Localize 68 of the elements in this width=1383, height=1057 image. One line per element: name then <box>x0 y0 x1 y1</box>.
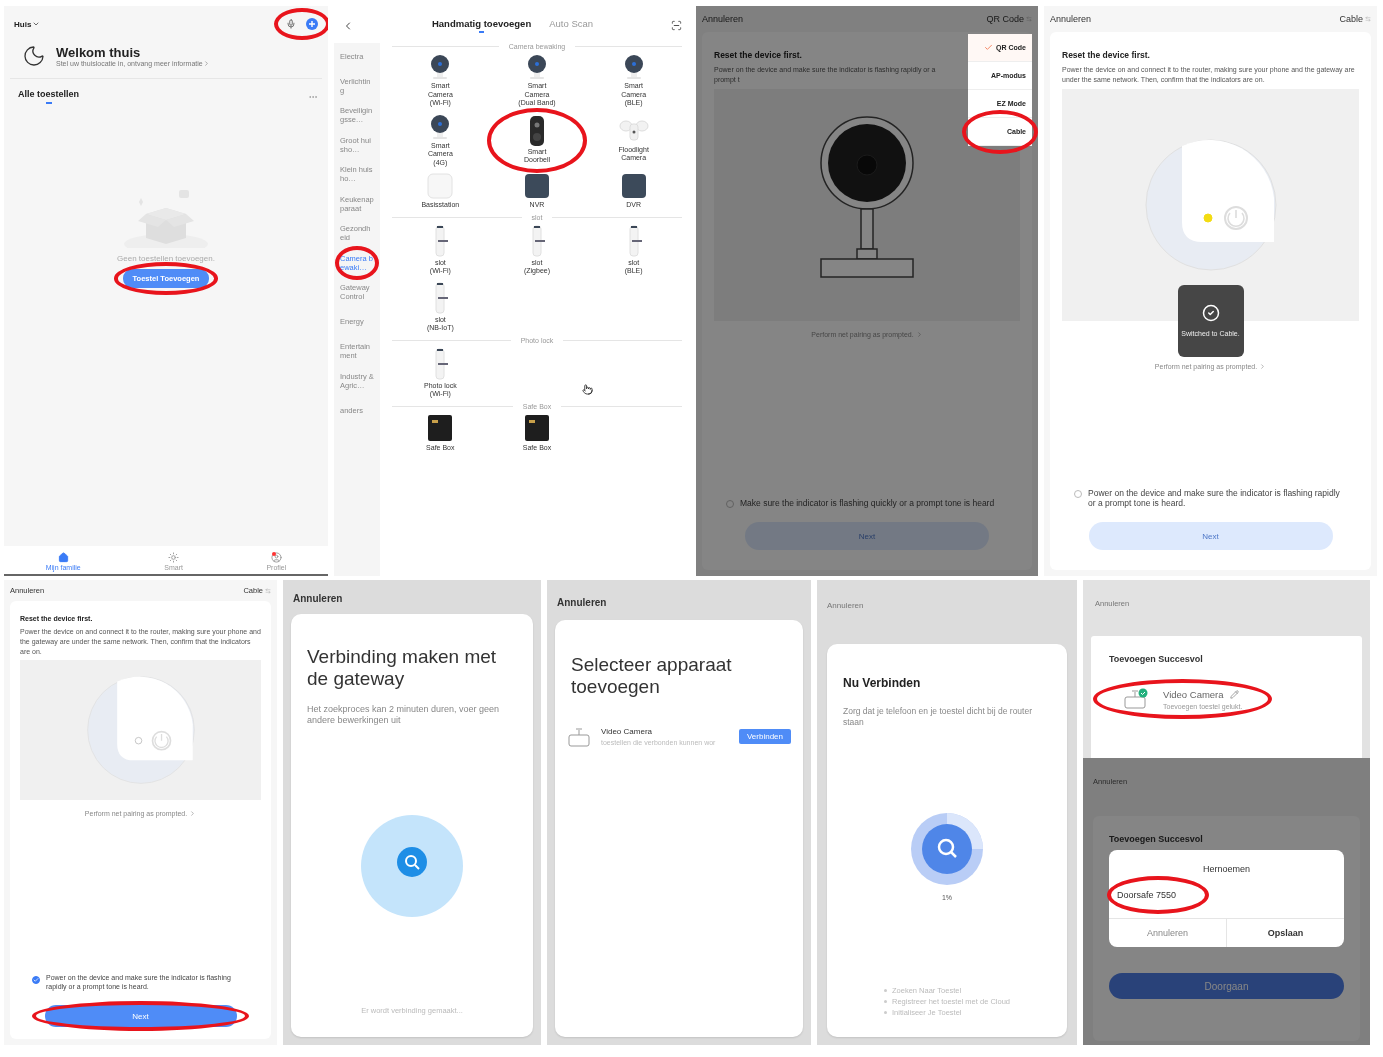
reset-title: Reset the device first. <box>1062 50 1151 60</box>
reset-title: Reset the device first. <box>714 50 803 60</box>
devices-tab[interactable]: Alle toestellen <box>18 89 80 104</box>
confirm-checkbox[interactable] <box>1074 489 1082 498</box>
screen-title: Nu Verbinden <box>843 676 922 690</box>
recorder-icon <box>524 173 550 199</box>
swap-icon <box>265 587 271 594</box>
name-input[interactable]: Doorsafe 7550 <box>1109 886 1207 904</box>
cancel-button[interactable]: Annuleren <box>557 597 607 608</box>
check-circle-icon <box>1201 304 1220 323</box>
next-button[interactable]: Next <box>1088 522 1333 550</box>
microphone-icon[interactable] <box>286 19 296 29</box>
screen-title: Toevoegen Succesvol <box>1109 834 1204 844</box>
confirm-checkbox[interactable] <box>32 976 40 985</box>
edit-icon[interactable] <box>1229 689 1239 699</box>
hand-cursor-icon <box>582 384 593 395</box>
profile-icon <box>270 552 282 563</box>
camera-icon <box>567 725 593 748</box>
tab[interactable]: Auto Scan <box>549 18 594 33</box>
confirm-text: Power on the device and make sure the indicator is flashing rapidly or a prompt tone is heard. <box>1088 487 1341 508</box>
safe-icon <box>427 413 454 442</box>
chevron-right-icon <box>189 810 197 818</box>
home-icon <box>57 552 69 563</box>
scan-icon[interactable] <box>671 20 682 31</box>
screen-title: Verbinding maken met de gateway <box>307 646 498 690</box>
cancel-button[interactable]: Annuleren <box>827 601 864 610</box>
base-station-icon <box>427 173 454 199</box>
screen-title: Selecteer apparaat toevoegen <box>570 654 733 698</box>
cancel-button[interactable]: Annuleren <box>1050 14 1092 24</box>
connect-button[interactable]: Verbinden <box>738 729 791 745</box>
chevron-down-icon <box>32 20 41 28</box>
device-name: Video Camera <box>1163 688 1224 700</box>
search-pulse-icon <box>360 814 464 919</box>
dialog-title: Hernoemen <box>1202 863 1251 876</box>
home-selector[interactable]: Huis <box>14 19 41 29</box>
next-button[interactable]: Next <box>745 522 989 550</box>
mode-button[interactable]: QR Code <box>986 14 1032 24</box>
check-icon <box>984 43 994 52</box>
screen-subtitle: Zorg dat je telefoon en je toestel dicht bij de router staan <box>843 706 1033 728</box>
mode-button[interactable]: Cable <box>1339 14 1371 24</box>
screen-subtitle: Het zoekproces kan 2 minuten duren, voer geen andere bewerkingen uit <box>307 703 501 727</box>
floodlight-camera-icon <box>618 117 649 144</box>
camera-added-icon <box>1123 688 1149 710</box>
chevron-right-icon <box>915 330 923 338</box>
camera-icon <box>525 54 549 80</box>
chevron-right-icon <box>202 60 210 67</box>
cancel-button[interactable]: Annuleren <box>293 593 343 604</box>
cancel-button[interactable]: Annuleren <box>1109 919 1226 947</box>
tab[interactable]: Handmatig toevoegen <box>431 18 532 33</box>
confirm-text: Make sure the indicator is flashing quickly or a prompt tone is heard <box>740 497 995 508</box>
empty-message: Geen toestellen toevoegen. <box>117 254 215 263</box>
safe-icon <box>524 413 550 442</box>
sun-icon <box>168 552 180 563</box>
swap-icon <box>1365 16 1371 22</box>
cancel-button[interactable]: Annuleren <box>702 14 744 24</box>
confirm-checkbox[interactable] <box>726 499 734 508</box>
swap-icon <box>1026 16 1032 22</box>
screen-title: Toevoegen Succesvol <box>1109 654 1204 664</box>
save-button[interactable]: Opslaan <box>1226 919 1344 947</box>
add-icon[interactable] <box>306 18 318 30</box>
device-name: Video Camera <box>601 727 653 737</box>
moon-icon <box>22 44 46 68</box>
chevron-right-icon <box>1259 362 1267 370</box>
recorder-icon <box>620 173 647 199</box>
next-button[interactable]: Next <box>44 1005 237 1027</box>
doorbell-icon <box>529 115 545 146</box>
welcome-title: Welkom thuis <box>56 45 142 60</box>
continue-button[interactable]: Doorgaan <box>1109 973 1344 999</box>
